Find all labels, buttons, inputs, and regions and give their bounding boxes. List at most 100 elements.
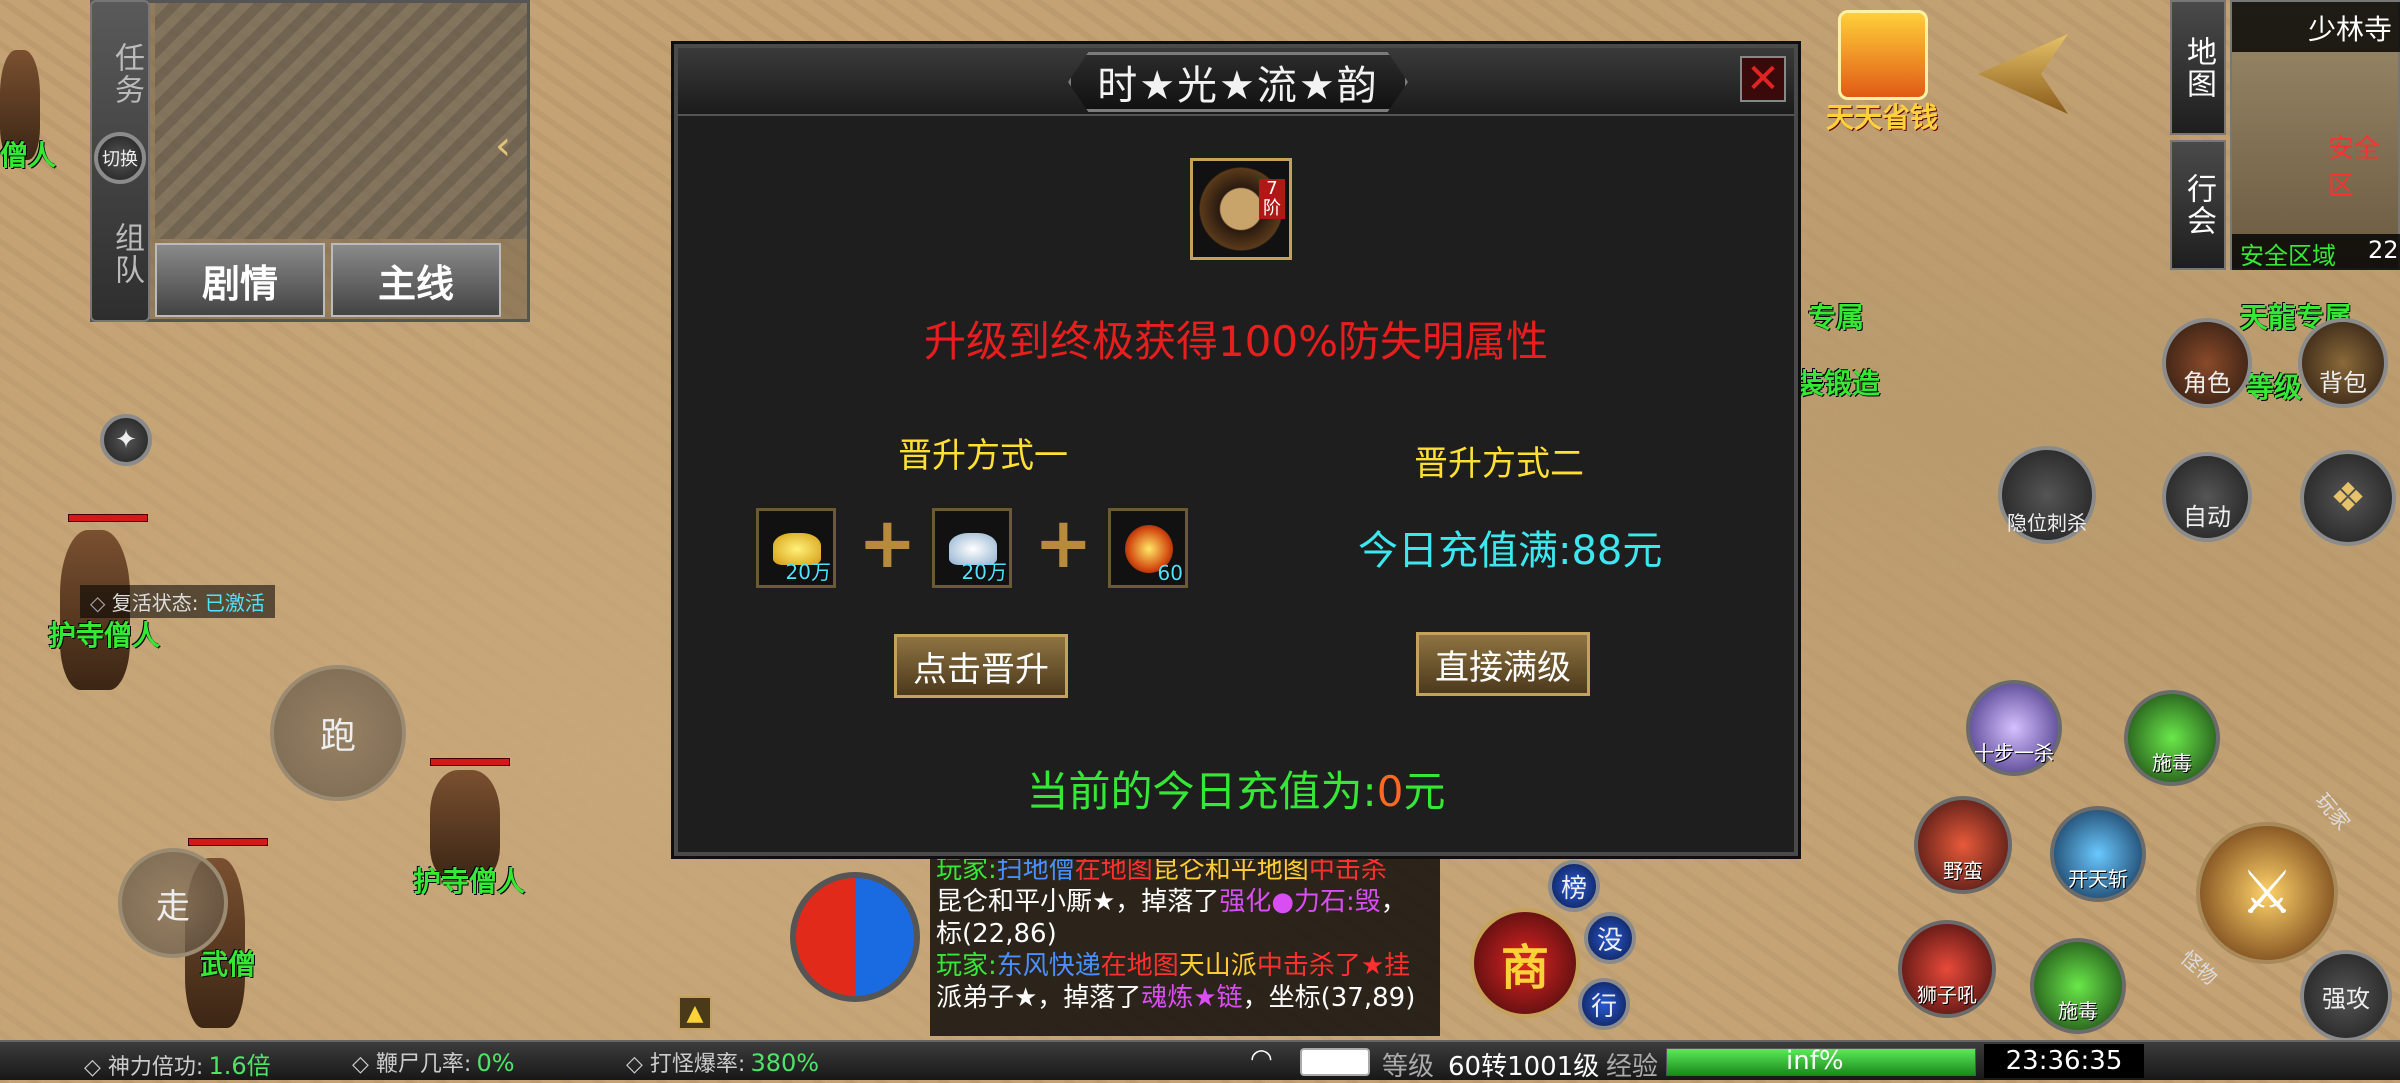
npc-name: 武僧: [200, 948, 257, 981]
plus-icon: +: [1034, 502, 1093, 584]
skill-lion-roar[interactable]: 狮子吼: [1898, 920, 1996, 1018]
corpse-label: 鞭尸几率:: [375, 1052, 472, 1077]
drop-label: 打怪爆率:: [649, 1052, 746, 1077]
skill-poison-2[interactable]: 施毒: [2030, 938, 2126, 1034]
minimap-coord: 22: [2368, 236, 2399, 264]
main-attack-button[interactable]: ⚔: [2196, 822, 2338, 964]
revive-value: 已激活: [204, 591, 265, 615]
npc-hp-bar: [430, 758, 510, 766]
item-icon[interactable]: 7阶: [1190, 158, 1292, 260]
stealth-button[interactable]: 隐位刺杀: [1998, 446, 2096, 544]
level-value: 60转1001级: [1448, 1052, 1600, 1082]
switch-label: 切换: [102, 149, 138, 170]
shop-button[interactable]: 商: [1470, 908, 1580, 1018]
rank-button[interactable]: 榜: [1548, 860, 1600, 912]
switch-button[interactable]: 切换: [94, 132, 146, 184]
expand-arrow-icon[interactable]: ▲: [678, 996, 712, 1030]
bag-button[interactable]: 背包: [2298, 318, 2388, 408]
upgrade-button[interactable]: 点击晋升: [894, 634, 1068, 698]
chat-segment: 东风快递: [996, 951, 1101, 981]
chat-segment: 玩家:: [936, 951, 997, 981]
npc-name: 护寺僧人: [413, 865, 526, 898]
skill-savage[interactable]: 野蛮: [1914, 796, 2012, 894]
direction-arrow-icon[interactable]: [1978, 34, 2068, 114]
role-button[interactable]: 角色: [2162, 318, 2252, 408]
upgrade-dialog: 时★光★流★韵 ✕ 7阶 升级到终极获得100%防失明属性 晋升方式一 晋升方式…: [674, 44, 1798, 856]
level-label: 等级: [1382, 1052, 1435, 1082]
power-stat: ◇ 神力倍功: 1.6倍: [84, 1046, 271, 1081]
gift-label[interactable]: 天天省钱: [1826, 96, 1938, 136]
safe-zone-text: 安全区: [2328, 134, 2381, 201]
auto-button[interactable]: 自动: [2162, 452, 2252, 542]
exclusive-left-top: 专属: [1808, 301, 1865, 334]
revive-label: 复活状态:: [111, 591, 199, 615]
none-button[interactable]: 没: [1584, 912, 1636, 964]
tab-main[interactable]: 主线: [331, 243, 501, 317]
task-label[interactable]: 任务: [104, 42, 148, 106]
gold-ingot-slot[interactable]: 20万: [756, 508, 836, 588]
chat-line: 玩家:东风快递在地图天山派中击杀了★挂: [936, 950, 1434, 982]
skill-label: 野蛮: [1943, 859, 1983, 883]
strong-attack-label: 强攻: [2322, 984, 2370, 1013]
chat-segment: 昆仑和平小厮★，掉落了: [936, 887, 1220, 917]
recharge-prefix: 今日充值满:: [1358, 528, 1572, 574]
diamond-menu-icon: ❖: [2330, 475, 2366, 521]
rank-label: 榜: [1560, 873, 1587, 904]
settings-button[interactable]: ❖: [2300, 450, 2396, 546]
feather-icon[interactable]: ✦: [100, 414, 152, 466]
silver-ingot-slot[interactable]: 20万: [932, 508, 1012, 588]
diamond-icon: ◇: [352, 1052, 376, 1077]
bottom-status-bar: ◇ 神力倍功: 1.6倍 ◇ 鞭尸几率: 0% ◇ 打怪爆率: 380% ◠ 等…: [0, 1040, 2400, 1082]
chat-segment: 强化●力石:毁: [1219, 887, 1381, 917]
wifi-icon: ◠: [1250, 1044, 1273, 1074]
run-button[interactable]: 跑: [270, 665, 406, 801]
chat-segment: 中击杀了★挂: [1256, 951, 1411, 981]
shop-label: 商: [1500, 940, 1549, 996]
current-suffix: 元: [1403, 767, 1446, 816]
chat-segment: 天山派: [1178, 951, 1257, 981]
orb-slot[interactable]: 60: [1108, 508, 1188, 588]
npc-name: 护寺僧人: [48, 619, 161, 652]
strong-attack-button[interactable]: 强攻: [2300, 950, 2392, 1042]
current-value: 0: [1376, 767, 1404, 816]
target-player-tab[interactable]: 玩家: [2310, 786, 2358, 835]
diamond-icon: ◇: [626, 1052, 650, 1077]
target-monster-tab[interactable]: 怪物: [2175, 943, 2224, 991]
skill-label: 十步一杀: [1974, 741, 2054, 765]
current-recharge: 当前的今日充值为:0元: [678, 758, 1794, 819]
chat-segment: 在地图: [1074, 855, 1153, 885]
material-count: 60: [1157, 561, 1183, 585]
skill-sky-slash[interactable]: 开天斩: [2050, 806, 2146, 902]
skill-poison[interactable]: 施毒: [2124, 690, 2220, 786]
chat-box[interactable]: 玩家:扫地僧在地图昆仑和平地图中击杀 昆仑和平小厮★，掉落了强化●力石:毁， 标(2…: [930, 850, 1440, 1036]
close-button[interactable]: ✕: [1740, 56, 1786, 102]
npc-name: 僧人: [0, 139, 57, 172]
drop-stat: ◇ 打怪爆率: 380%: [626, 1046, 819, 1078]
quest-sidebar: 任务 切换 组队: [90, 0, 150, 322]
corpse-stat: ◇ 鞭尸几率: 0%: [352, 1046, 515, 1078]
method-one-title: 晋升方式一: [898, 436, 1068, 476]
gift-box-icon[interactable]: [1838, 10, 1928, 100]
walk-menu-label: 行: [1590, 991, 1617, 1022]
skill-label: 狮子吼: [1917, 983, 1977, 1007]
walk-label: 走: [156, 886, 190, 927]
exp-label: 经验: [1606, 1052, 1659, 1082]
power-value: 1.6倍: [208, 1052, 271, 1080]
none-label: 没: [1596, 925, 1623, 956]
chat-line: 玩家:扫地僧在地图昆仑和平地图中击杀: [936, 854, 1434, 886]
npc-hp-bar: [68, 514, 148, 522]
minimap[interactable]: 少林寺 安全区 安全区域 22: [2230, 0, 2400, 270]
guild-button[interactable]: 行会: [2170, 140, 2226, 270]
stealth-label: 隐位刺杀: [2007, 511, 2087, 535]
chat-line: 昆仑和平小厮★，掉落了强化●力石:毁，: [936, 886, 1434, 918]
exp-value: inf%: [1786, 1046, 1844, 1076]
walk-button[interactable]: 走: [118, 848, 228, 958]
map-button[interactable]: 地图: [2170, 0, 2226, 135]
tab-story[interactable]: 剧情: [155, 243, 325, 317]
team-label[interactable]: 组队: [104, 222, 148, 286]
walk-menu-button[interactable]: 行: [1578, 978, 1630, 1030]
max-level-button[interactable]: 直接满级: [1416, 632, 1590, 696]
skill-label: 施毒: [2152, 751, 2192, 775]
collapse-arrow-icon[interactable]: ‹: [495, 123, 511, 169]
skill-ten-step[interactable]: 十步一杀: [1966, 680, 2062, 776]
